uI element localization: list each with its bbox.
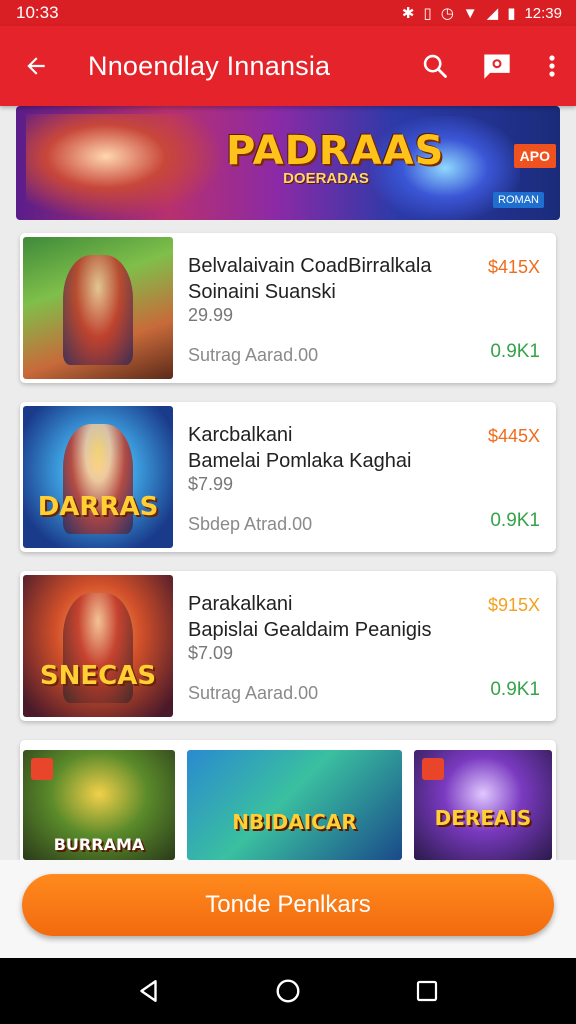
- thumbnail-caption: SNECAS: [39, 661, 157, 691]
- game-thumbnail: DARRAS: [23, 406, 173, 548]
- message-icon: [484, 54, 510, 79]
- search-icon: [423, 54, 447, 78]
- game-thumbnail: [23, 237, 173, 379]
- item-meta: Sutrag Aarad.00: [188, 683, 319, 703]
- item-title-line2: Bapislai Gealdaim Peanigis: [188, 619, 432, 641]
- page-title: Nnoendlay Innansia: [88, 50, 331, 81]
- nav-back-button[interactable]: [129, 971, 169, 1011]
- status-bar: 10:33 ✱ ▯ ◷ ▼ ◢ ▮ 12:39: [0, 0, 576, 26]
- item-meta: Sbdep Atrad.00: [188, 514, 313, 534]
- game-tile[interactable]: BURRAMA: [23, 750, 175, 860]
- more-button[interactable]: [528, 26, 576, 106]
- item-title-line2: Soinaini Suanski: [188, 281, 336, 303]
- back-arrow-icon: [27, 57, 45, 75]
- banner-badge: APO: [513, 144, 556, 168]
- back-button[interactable]: [0, 26, 72, 106]
- banner-tag: ROMAN: [493, 192, 544, 208]
- list-item[interactable]: SNECAS Parakalkani Bapislai Gealdaim Pea…: [20, 571, 556, 721]
- item-price: 29.99: [188, 305, 234, 325]
- more-vert-icon: [549, 55, 555, 77]
- system-nav-bar: [0, 958, 576, 1024]
- item-title-line1: Karcbalkani: [188, 424, 293, 446]
- item-price: $7.99: [188, 474, 234, 494]
- tile-caption: BURRAMA: [53, 835, 145, 854]
- list-item[interactable]: DARRAS Karcbalkani Bamelai Pomlaka Kagha…: [20, 402, 556, 552]
- tile-caption: NBIDAICAR: [232, 810, 357, 834]
- app-bar: Nnoendlay Innansia: [0, 26, 576, 106]
- game-tile[interactable]: DEREAIS: [414, 750, 552, 860]
- item-count: 0.9K1: [490, 510, 540, 531]
- nav-recents-icon: [416, 980, 437, 1002]
- item-price-badge: $915X: [487, 595, 540, 615]
- wifi-icon: ▼: [462, 4, 478, 22]
- item-price: $7.09: [188, 643, 234, 663]
- tile-badge-icon: [422, 758, 444, 780]
- tile-caption: DEREAIS: [434, 806, 532, 830]
- item-title-line2: Bamelai Pomlaka Kaghai: [188, 450, 412, 472]
- item-title-line1: Belvalaivain CoadBirralkala: [188, 255, 432, 277]
- banner-title: PADRAAS: [226, 128, 445, 174]
- signal-icon: ◢: [486, 5, 499, 22]
- item-price-badge: $415X: [487, 257, 540, 277]
- banner-hero-left-image: [26, 114, 226, 220]
- item-count: 0.9K1: [490, 341, 540, 362]
- bottom-action-area: Tonde Penlkars: [0, 860, 576, 958]
- search-button[interactable]: [404, 26, 466, 106]
- game-thumbnail: SNECAS: [23, 575, 173, 717]
- nav-recents-button[interactable]: [407, 971, 447, 1011]
- thumbnail-caption: DARRAS: [37, 492, 159, 522]
- primary-action-button[interactable]: Tonde Penlkars: [22, 874, 554, 936]
- game-tile[interactable]: NBIDAICAR: [187, 750, 402, 860]
- status-clock: 12:39: [524, 4, 562, 22]
- status-time: 10:33: [16, 3, 59, 22]
- promo-banner[interactable]: PADRAAS DOERADAS APO ROMAN: [16, 106, 560, 220]
- item-count: 0.9K1: [490, 679, 540, 700]
- banner-logo: PADRAAS DOERADAS: [226, 128, 445, 187]
- tile-badge-icon: [31, 758, 53, 780]
- bluetooth-icon: ✱: [401, 5, 415, 22]
- status-icons: ✱ ▯ ◷ ▼ ◢ ▮ 12:39: [401, 4, 562, 23]
- item-price-badge: $445X: [487, 426, 540, 446]
- item-title-line1: Parakalkani: [188, 593, 293, 615]
- featured-tiles: BURRAMA NBIDAICAR DEREAIS: [20, 740, 556, 860]
- nav-home-button[interactable]: [268, 971, 308, 1011]
- battery-icon: ▮: [507, 5, 516, 22]
- nav-home-icon: [276, 979, 300, 1003]
- alarm-icon: ◷: [440, 5, 454, 22]
- nav-back-icon: [140, 980, 158, 1002]
- list-item[interactable]: Belvalaivain CoadBirralkala Soinaini Sua…: [20, 233, 556, 383]
- message-button[interactable]: [466, 26, 528, 106]
- vibrate-icon: ▯: [423, 5, 432, 22]
- item-meta: Sutrag Aarad.00: [188, 345, 319, 365]
